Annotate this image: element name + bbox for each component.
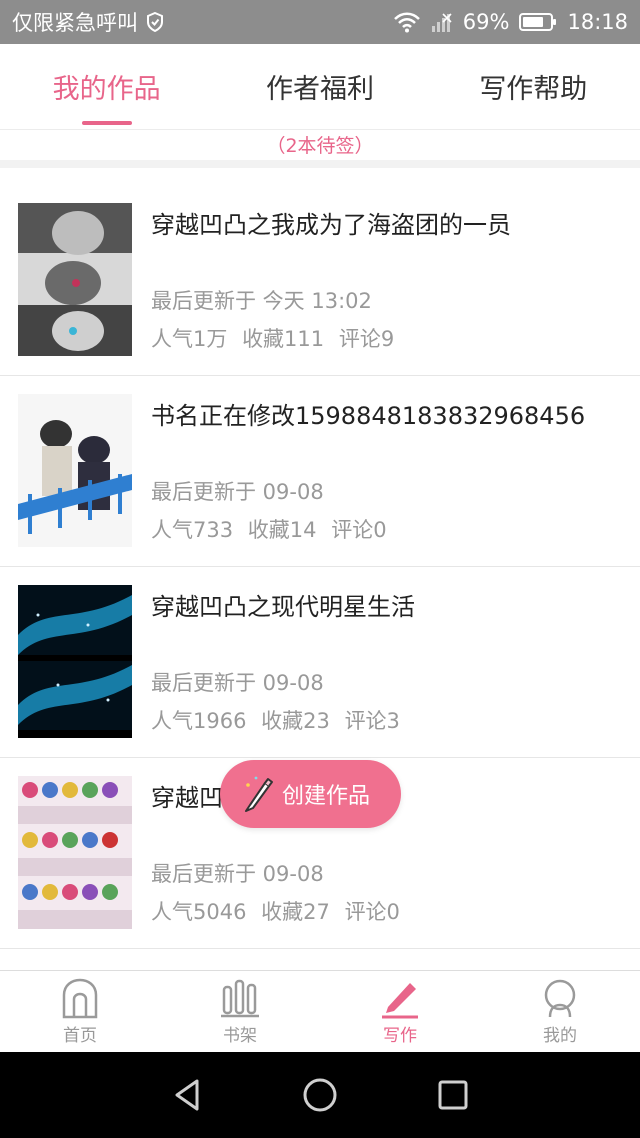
comments: 评论3: [344, 709, 400, 733]
book-cover: [18, 203, 132, 356]
work-stats: 人气5046 收藏27 评论0: [151, 896, 400, 926]
nav-write[interactable]: 写作: [320, 971, 480, 1052]
system-nav-bar: [0, 1052, 640, 1138]
work-stats: 人气1966 收藏23 评论3: [151, 705, 400, 735]
pending-sign-notice[interactable]: （2本待签）: [0, 130, 640, 160]
tab-label: 写作帮助: [479, 74, 588, 105]
work-title[interactable]: 穿越凹凸之我成为了海盗团的一员: [151, 205, 511, 240]
home-circle-icon[interactable]: [300, 1075, 340, 1115]
comments: 评论0: [344, 900, 400, 924]
battery-icon: [519, 13, 557, 31]
works-list: 穿越凹凸之我成为了海盗团的一员 最后更新于 今天 13:02 人气1万 收藏11…: [0, 185, 640, 949]
favorites: 收藏23: [261, 709, 330, 733]
tab-author-benefits[interactable]: 作者福利: [213, 44, 426, 129]
top-tabs: 我的作品 作者福利 写作帮助: [0, 44, 640, 130]
recents-icon[interactable]: [433, 1075, 473, 1115]
work-title[interactable]: 书名正在修改1598848183832968456: [151, 396, 585, 431]
bottom-nav: 首页 书架 写作 我的: [0, 970, 640, 1052]
book-cover: [18, 585, 132, 738]
profile-icon: [544, 979, 576, 1018]
nav-label: 书架: [223, 1026, 257, 1046]
book-cover: [18, 394, 132, 547]
comments: 评论0: [331, 518, 387, 542]
signal-icon: [431, 13, 452, 32]
work-title[interactable]: 穿越凹凸之现代明星生活: [151, 587, 415, 622]
clock: 18:18: [567, 10, 628, 34]
work-stats: 人气733 收藏14 评论0: [151, 514, 387, 544]
shield-icon: [147, 12, 163, 32]
back-icon[interactable]: [167, 1075, 207, 1115]
tab-label: 我的作品: [52, 74, 161, 105]
nav-home[interactable]: 首页: [0, 971, 160, 1052]
nav-label: 首页: [63, 1026, 97, 1046]
nav-label: 我的: [543, 1026, 577, 1046]
nav-label: 写作: [383, 1026, 417, 1046]
section-divider: [0, 160, 640, 168]
work-updated: 最后更新于 09-08: [151, 671, 324, 695]
create-work-button[interactable]: 创建作品: [220, 760, 401, 828]
list-item[interactable]: 书名正在修改1598848183832968456 最后更新于 09-08 人气…: [0, 376, 640, 567]
wifi-icon: [393, 12, 420, 33]
work-stats: 人气1万 收藏111 评论9: [151, 323, 394, 353]
comments: 评论9: [338, 327, 395, 351]
app-screen: 仅限紧急呼叫 69% 18:18 我的作品 作者福利 写作帮助 （2本待签） 穿…: [0, 0, 640, 1138]
work-updated: 最后更新于 今天 13:02: [151, 289, 372, 313]
pen-icon: [382, 983, 418, 1019]
status-left: 仅限紧急呼叫: [12, 7, 164, 37]
favorites: 收藏14: [247, 518, 317, 542]
nav-bookshelf[interactable]: 书架: [160, 971, 320, 1052]
status-right: 69% 18:18: [393, 10, 628, 34]
tab-active-indicator: [81, 121, 132, 125]
popularity: 人气733: [151, 518, 234, 542]
carrier-text: 仅限紧急呼叫: [12, 11, 138, 35]
popularity: 人气5046: [151, 900, 247, 924]
nav-me[interactable]: 我的: [480, 971, 640, 1052]
tab-label: 作者福利: [265, 74, 374, 105]
tab-writing-help[interactable]: 写作帮助: [427, 44, 640, 129]
home-icon: [62, 978, 98, 1019]
popularity: 人气1966: [151, 709, 247, 733]
create-work-label: 创建作品: [282, 784, 371, 809]
favorites: 收藏111: [242, 327, 325, 351]
list-item[interactable]: 穿越凹凸之我成为了海盗团的一员 最后更新于 今天 13:02 人气1万 收藏11…: [0, 185, 640, 376]
tab-my-works[interactable]: 我的作品: [0, 44, 213, 129]
battery-percent: 69%: [462, 10, 510, 34]
book-cover: [18, 776, 132, 929]
popularity: 人气1万: [151, 327, 228, 351]
favorites: 收藏27: [261, 900, 330, 924]
work-updated: 最后更新于 09-08: [151, 480, 324, 504]
pencil-icon: [245, 776, 273, 812]
status-bar: 仅限紧急呼叫 69% 18:18: [0, 0, 640, 44]
list-item[interactable]: 穿越凹凸之现代明星生活 最后更新于 09-08 人气1966 收藏23 评论3: [0, 567, 640, 758]
work-updated: 最后更新于 09-08: [151, 862, 324, 886]
bookshelf-icon: [221, 979, 259, 1018]
